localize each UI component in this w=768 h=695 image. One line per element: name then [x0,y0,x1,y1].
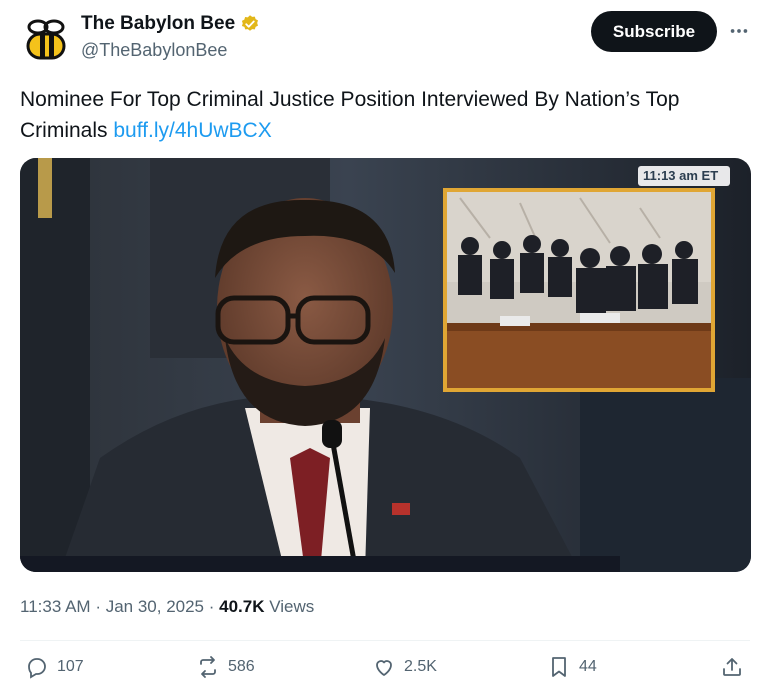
more-options-button[interactable] [726,18,752,44]
display-name[interactable]: The Babylon Bee [81,13,235,35]
bookmark-button[interactable]: 44 [547,655,597,679]
account-handle[interactable]: @TheBabylonBee [81,40,227,61]
reply-icon [28,658,46,679]
repost-count: 586 [228,658,255,675]
share-button[interactable] [720,655,744,679]
account-name-row[interactable]: The Babylon Bee [81,13,260,35]
like-count: 2.5K [404,658,437,675]
avatar[interactable] [20,12,72,64]
more-horizontal-icon [730,29,748,33]
views-count: 40.7K [219,597,265,616]
like-button[interactable]: 2.5K [372,655,437,679]
repost-icon [200,656,216,678]
heart-icon [376,660,392,676]
reply-count: 107 [57,658,84,675]
babylon-bee-logo-icon [20,12,72,64]
divider [20,640,750,641]
share-icon [723,658,741,676]
tweet-date[interactable]: Jan 30, 2025 [106,597,204,616]
bookmark-icon [552,657,566,677]
inset-timestamp: 11:13 am ET [643,168,719,183]
tweet-text: Nominee For Top Criminal Justice Positio… [20,84,740,146]
bookmark-count: 44 [579,658,597,675]
reply-button[interactable]: 107 [25,655,84,679]
verified-badge-icon [242,15,259,31]
subscribe-button[interactable]: Subscribe [591,11,717,52]
tweet-media-image[interactable]: 11:13 am ET [20,158,751,572]
hearing-photo [20,158,751,572]
tweet-meta: 11:33 AM · Jan 30, 2025 · 40.7K Views [20,597,315,616]
repost-button[interactable]: 586 [196,655,255,679]
tweet-actions: 107 586 2.5K 44 [0,655,768,689]
views-label: Views [269,597,315,616]
tweet-link[interactable]: buff.ly/4hUwBCX [113,119,271,142]
tweet-time[interactable]: 11:33 AM [20,597,91,616]
